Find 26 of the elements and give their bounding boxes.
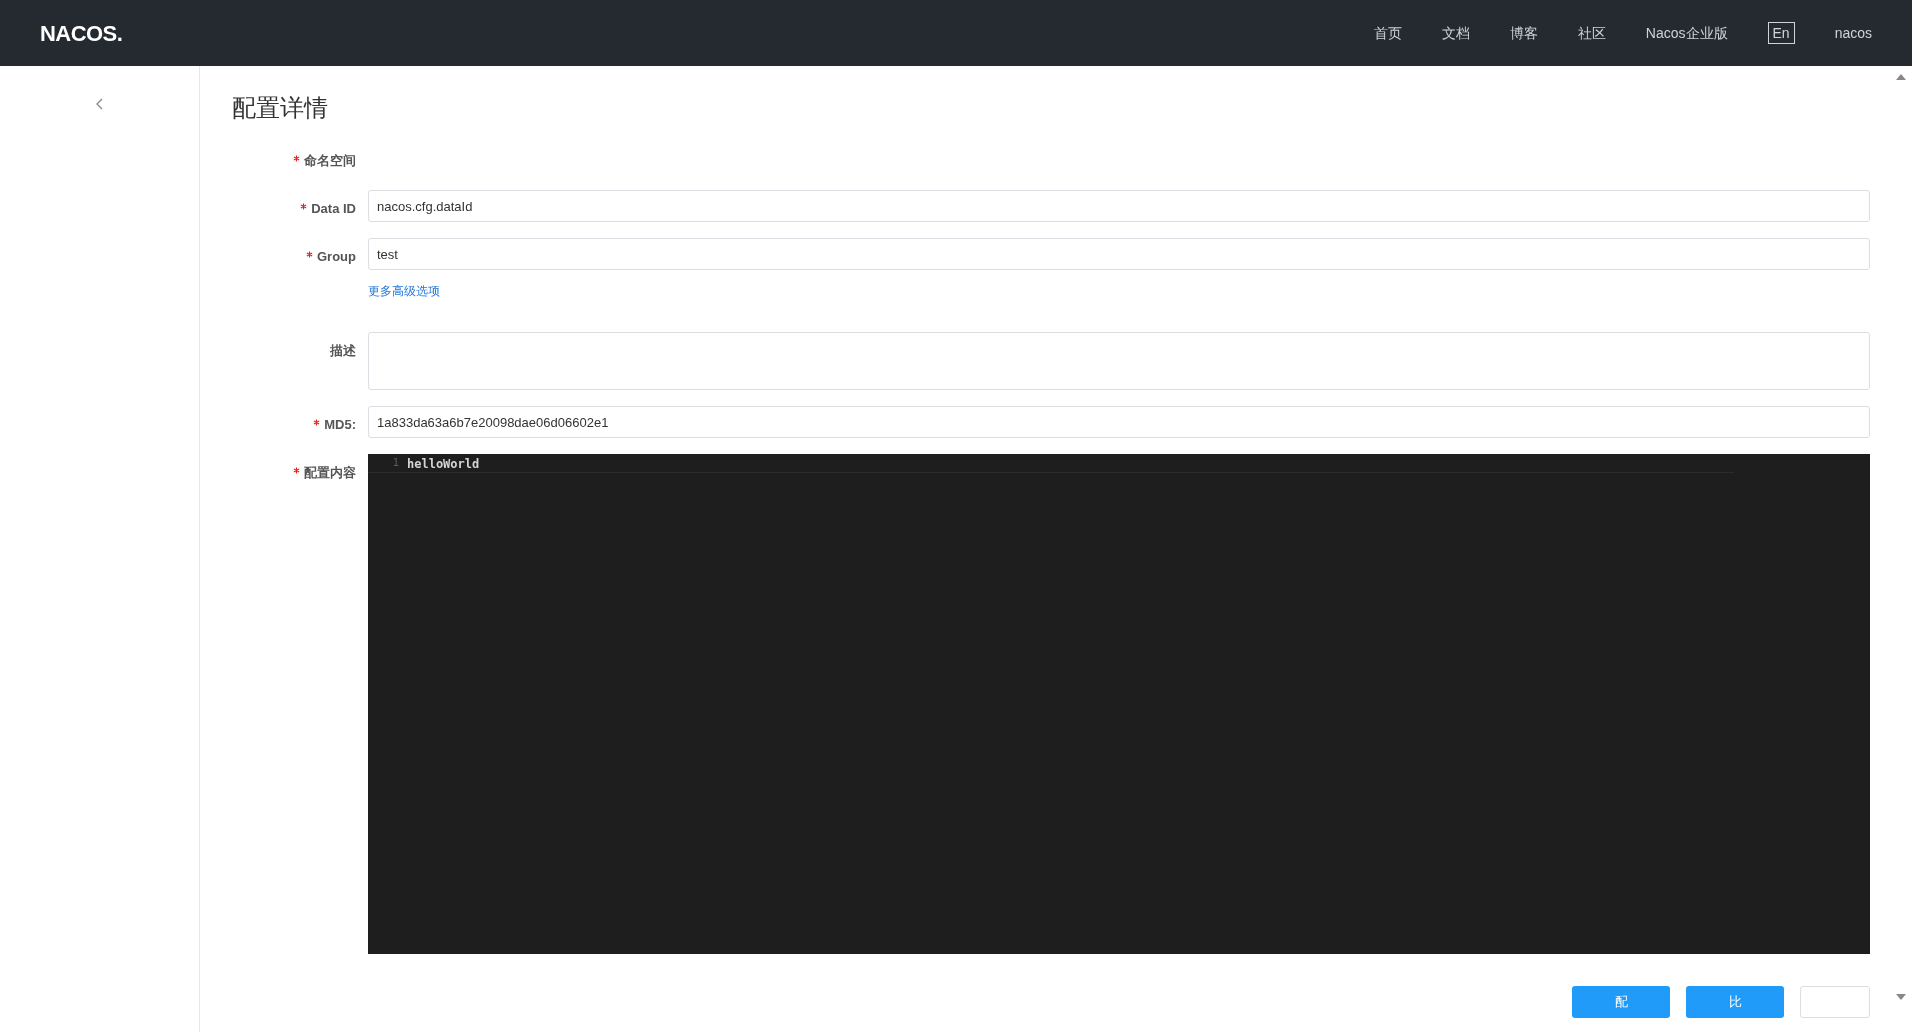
page-title: 配置详情 [232, 93, 329, 123]
field-label: MD5: [324, 417, 356, 432]
language-button[interactable]: En [1767, 22, 1795, 44]
nav-link[interactable]: 文档 [1441, 22, 1470, 44]
nav-link[interactable]: 博客 [1509, 22, 1538, 44]
field-label: Data ID [311, 201, 356, 216]
scroll-down-icon[interactable] [1896, 994, 1906, 1000]
nav-link[interactable]: nacos [1834, 22, 1872, 44]
advanced-options-link[interactable]: 更多高级选项 [368, 282, 440, 300]
code-line: helloWorld [407, 455, 480, 473]
line-number: 1 [391, 455, 400, 472]
description-field[interactable] [368, 332, 1870, 390]
nav-link[interactable]: Nacos企业版 [1645, 22, 1728, 44]
field-label: 描述 [330, 343, 356, 358]
field-label: 命名空间 [304, 153, 356, 168]
logo[interactable]: NACOS. [40, 16, 123, 50]
field-label: Group [317, 249, 356, 264]
collapse-icon[interactable] [94, 98, 105, 110]
code-editor[interactable]: 1 helloWorld [368, 454, 1870, 954]
input-field[interactable]: test [368, 238, 1870, 270]
input-field[interactable]: 1a833da63a6b7e20098dae06d06602e1 [368, 406, 1870, 438]
nav-link[interactable]: 社区 [1577, 22, 1606, 44]
field-label: 配置内容 [304, 465, 356, 480]
nav-link[interactable]: 首页 [1373, 22, 1402, 44]
scroll-up-icon[interactable] [1896, 74, 1906, 80]
input-field[interactable]: nacos.cfg.dataId [368, 190, 1870, 222]
